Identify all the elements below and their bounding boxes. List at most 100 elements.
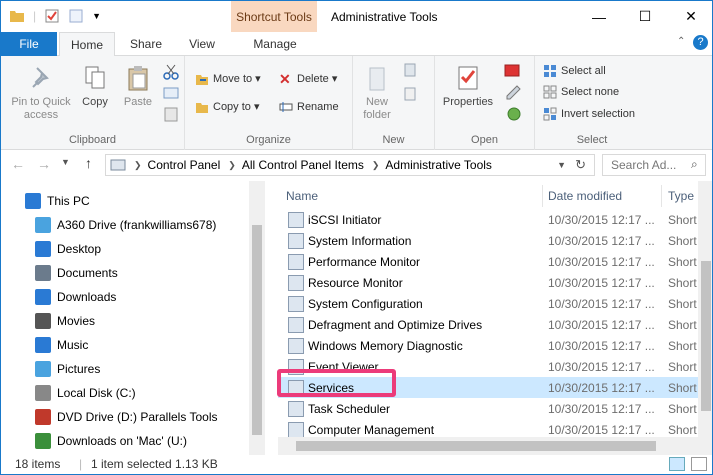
group-new: New folder New — [353, 56, 435, 150]
refresh-icon[interactable]: ↻ — [575, 157, 586, 173]
nav-item[interactable]: A360 Drive (frankwilliams678) — [1, 213, 263, 237]
nav-item[interactable]: This PC — [1, 189, 263, 213]
pin-icon — [32, 67, 49, 88]
forward-arrow-icon[interactable]: → — [37, 156, 51, 172]
rename-button[interactable]: Rename — [279, 98, 339, 116]
tab-manage[interactable]: Manage — [233, 32, 317, 56]
nav-item[interactable]: Documents — [1, 261, 263, 285]
up-arrow-icon[interactable]: ↑ — [85, 155, 92, 171]
paste-shortcut-icon[interactable] — [163, 106, 179, 122]
file-row[interactable]: iSCSI Initiator 10/30/2015 12:17 ... Short — [278, 209, 698, 230]
details-view-icon[interactable] — [669, 457, 685, 471]
file-date: 10/30/2015 12:17 ... — [548, 338, 655, 353]
file-type: Short — [668, 422, 697, 437]
paste-button[interactable]: Paste — [119, 64, 157, 109]
file-date: 10/30/2015 12:17 ... — [548, 401, 655, 416]
edit-icon[interactable] — [503, 84, 525, 100]
copy-to-button[interactable]: Copy to ▾ — [195, 98, 260, 116]
back-arrow-icon[interactable]: ← — [11, 156, 25, 172]
music-icon — [35, 337, 51, 353]
file-name: Windows Memory Diagnostic — [308, 338, 463, 353]
breadcrumb-separator[interactable]: ❯ — [372, 160, 380, 171]
copy-button[interactable]: Copy — [77, 64, 113, 109]
pin-quick-access-button[interactable]: Pin to Quick access — [5, 64, 77, 122]
column-date-modified[interactable]: Date modified — [548, 181, 622, 208]
properties-icon[interactable] — [44, 8, 60, 24]
breadcrumb-control-panel[interactable]: Control Panel — [148, 158, 221, 172]
history-icon[interactable] — [503, 106, 525, 122]
copy-icon — [85, 66, 105, 89]
nav-item[interactable]: Downloads — [1, 285, 263, 309]
move-to-button[interactable]: Move to ▾ — [195, 70, 261, 88]
copy-path-icon[interactable] — [163, 86, 179, 100]
file-row[interactable]: Performance Monitor 10/30/2015 12:17 ... S… — [278, 251, 698, 272]
address-bar-row: ← → ▼ ↑ ❯ Control Panel ❯ All Control Pa… — [1, 150, 712, 180]
tab-share[interactable]: Share — [121, 32, 171, 56]
nav-item[interactable]: Local Disk (C:) — [1, 381, 263, 405]
delete-button[interactable]: ✕ Delete ▾ — [279, 70, 337, 88]
properties-button[interactable]: Properties — [439, 64, 497, 109]
nav-scroll-thumb[interactable] — [252, 225, 262, 435]
movies-icon — [35, 313, 51, 329]
new-item-icon[interactable] — [403, 62, 423, 78]
nav-item[interactable]: Movies — [1, 309, 263, 333]
address-dropdown-icon[interactable]: ▼ — [557, 160, 566, 170]
new-folder-button[interactable]: New folder — [357, 64, 397, 122]
file-row[interactable]: Resource Monitor 10/30/2015 12:17 ... Shor… — [278, 272, 698, 293]
breadcrumb-separator[interactable]: ❯ — [228, 160, 236, 171]
file-row[interactable]: Windows Memory Diagnostic 10/30/2015 12:1… — [278, 335, 698, 356]
select-all-button[interactable]: Select all — [543, 62, 606, 80]
address-box[interactable]: ❯ Control Panel ❯ All Control Panel Item… — [105, 154, 595, 176]
breadcrumb-all-items[interactable]: All Control Panel Items — [242, 158, 364, 172]
file-row[interactable]: Defragment and Optimize Drives 10/30/2015… — [278, 314, 698, 335]
status-bar: 18 items | 1 item selected 1.13 KB — [1, 455, 712, 474]
tab-view[interactable]: View — [177, 32, 227, 56]
nav-item[interactable]: Desktop — [1, 237, 263, 261]
tab-home[interactable]: Home — [59, 32, 115, 57]
nav-scrollbar[interactable] — [249, 181, 265, 455]
nav-item[interactable]: Downloads on 'Mac' (U:) — [1, 429, 263, 453]
collapse-ribbon-icon[interactable]: ⌃ — [677, 36, 685, 47]
horizontal-scroll-thumb[interactable] — [296, 441, 656, 451]
item-count: 18 items — [15, 457, 61, 471]
nav-item[interactable]: Music — [1, 333, 263, 357]
breadcrumb-admin-tools[interactable]: Administrative Tools — [385, 158, 492, 172]
column-name[interactable]: Name — [286, 181, 318, 208]
qat-dropdown-icon[interactable]: ▼ — [92, 11, 101, 21]
file-row[interactable]: Task Scheduler 10/30/2015 12:17 ... Short — [278, 398, 698, 419]
group-open: Properties Open — [435, 56, 535, 150]
select-none-button[interactable]: Select none — [543, 83, 619, 101]
nav-item[interactable]: Pictures — [1, 357, 263, 381]
open-icon[interactable] — [503, 62, 525, 78]
file-name: Performance Monitor — [308, 254, 421, 269]
large-icons-view-icon[interactable] — [691, 457, 707, 471]
content-scrollbar[interactable] — [698, 181, 712, 455]
maximize-button[interactable]: ☐ — [622, 1, 668, 32]
new-folder-icon[interactable] — [68, 8, 84, 24]
help-icon[interactable]: ? — [693, 35, 708, 50]
clipboard-label: Clipboard — [68, 134, 117, 146]
easy-access-icon[interactable] — [403, 86, 423, 102]
column-type[interactable]: Type — [668, 181, 694, 208]
cloud-drive-icon — [35, 217, 51, 233]
file-name: Computer Management — [308, 422, 435, 437]
minimize-button[interactable]: — — [576, 1, 622, 32]
file-date: 10/30/2015 12:17 ... — [548, 233, 655, 248]
file-name: Task Scheduler — [308, 401, 391, 416]
content-scroll-thumb[interactable] — [701, 261, 711, 411]
file-date: 10/30/2015 12:17 ... — [548, 212, 655, 227]
pictures-icon — [35, 361, 51, 377]
cut-icon[interactable] — [163, 64, 179, 80]
file-row[interactable]: System Information 10/30/2015 12:17 ... Sh… — [278, 230, 698, 251]
horizontal-scrollbar[interactable] — [278, 437, 698, 455]
invert-selection-button[interactable]: Invert selection — [543, 105, 635, 123]
breadcrumb-separator[interactable]: ❯ — [134, 160, 142, 171]
close-button[interactable]: ✕ — [668, 1, 712, 32]
nav-item[interactable]: DVD Drive (D:) Parallels Tools — [1, 405, 263, 429]
group-select: Select all Select none Invert selection … — [535, 56, 649, 150]
search-icon[interactable]: ⌕ — [691, 157, 698, 172]
file-row[interactable]: System Configuration 10/30/2015 12:17 ...… — [278, 293, 698, 314]
recent-locations-icon[interactable]: ▼ — [61, 157, 70, 167]
copy-to-icon — [196, 103, 208, 113]
tab-file[interactable]: File — [1, 32, 57, 56]
